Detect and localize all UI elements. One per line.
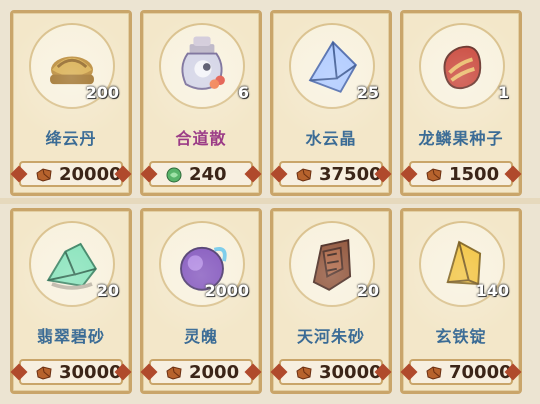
price-value: 2000 [189, 362, 240, 383]
shop-item-card[interactable]: 6 合道散 240 [140, 10, 262, 196]
price-bar[interactable]: 2000 [149, 359, 253, 385]
price-bar[interactable]: 1500 [409, 161, 513, 187]
item-quantity: 1 [497, 83, 509, 102]
price-value: 1500 [449, 164, 500, 185]
price-bar[interactable]: 70000 [409, 359, 513, 385]
shop-item-card[interactable]: 25 水云晶 37500 [270, 10, 392, 196]
shop-item-card[interactable]: 20 天河朱砂 30000 [270, 208, 392, 394]
item-icon-frame [159, 23, 245, 109]
item-name: 天河朱砂 [296, 327, 365, 346]
red-seed-icon [443, 45, 482, 90]
item-quantity: 20 [96, 281, 119, 300]
item-quantity: 25 [356, 83, 379, 102]
item-name: 水云晶 [305, 129, 357, 148]
price-bar[interactable]: 37500 [279, 161, 383, 187]
price-bar[interactable]: 30000 [19, 359, 123, 385]
item-name: 龙鳞果种子 [418, 129, 504, 148]
item-quantity: 6 [237, 83, 249, 102]
price-value: 30000 [319, 362, 382, 383]
price-value: 20000 [59, 164, 122, 185]
price-bar[interactable]: 20000 [19, 161, 123, 187]
shop-item-card[interactable]: 1 龙鳞果种子 1500 [400, 10, 522, 196]
item-quantity: 200 [85, 83, 119, 102]
ore-chip-icon [36, 168, 52, 182]
item-name: 合道散 [175, 129, 227, 148]
item-name: 玄铁锭 [435, 327, 487, 346]
ore-chip-icon [426, 168, 442, 182]
ore-chip-icon [166, 366, 182, 380]
shop-item-card[interactable]: 2000 灵魄 2000 [140, 208, 262, 394]
ore-chip-icon [36, 366, 52, 380]
price-value: 240 [189, 164, 227, 185]
price-bar[interactable]: 240 [149, 161, 253, 187]
item-name: 绛云丹 [45, 129, 97, 148]
potion-bottle-icon [181, 36, 225, 90]
price-value: 37500 [319, 164, 382, 185]
item-quantity: 2000 [204, 281, 249, 300]
price-value: 70000 [449, 362, 512, 383]
shop-item-card[interactable]: 20 翡翠碧砂 30000 [10, 208, 132, 394]
item-quantity: 20 [356, 281, 379, 300]
item-icon-frame [419, 23, 505, 109]
shop-item-card[interactable]: 200 绛云丹 20000 [10, 10, 132, 196]
row-divider [0, 198, 540, 204]
item-name: 灵魄 [183, 327, 218, 346]
price-bar[interactable]: 30000 [279, 359, 383, 385]
item-quantity: 140 [475, 281, 509, 300]
shop-grid: 200 绛云丹 20000 6 合道散 240 25 水云晶 37500 1 龙… [0, 0, 540, 404]
ore-chip-icon [296, 168, 312, 182]
price-value: 30000 [59, 362, 122, 383]
ore-chip-icon [296, 366, 312, 380]
jade-token-icon [166, 167, 182, 183]
ore-chip-icon [426, 366, 442, 380]
item-name: 翡翠碧砂 [36, 327, 105, 346]
shop-item-card[interactable]: 140 玄铁锭 70000 [400, 208, 522, 394]
